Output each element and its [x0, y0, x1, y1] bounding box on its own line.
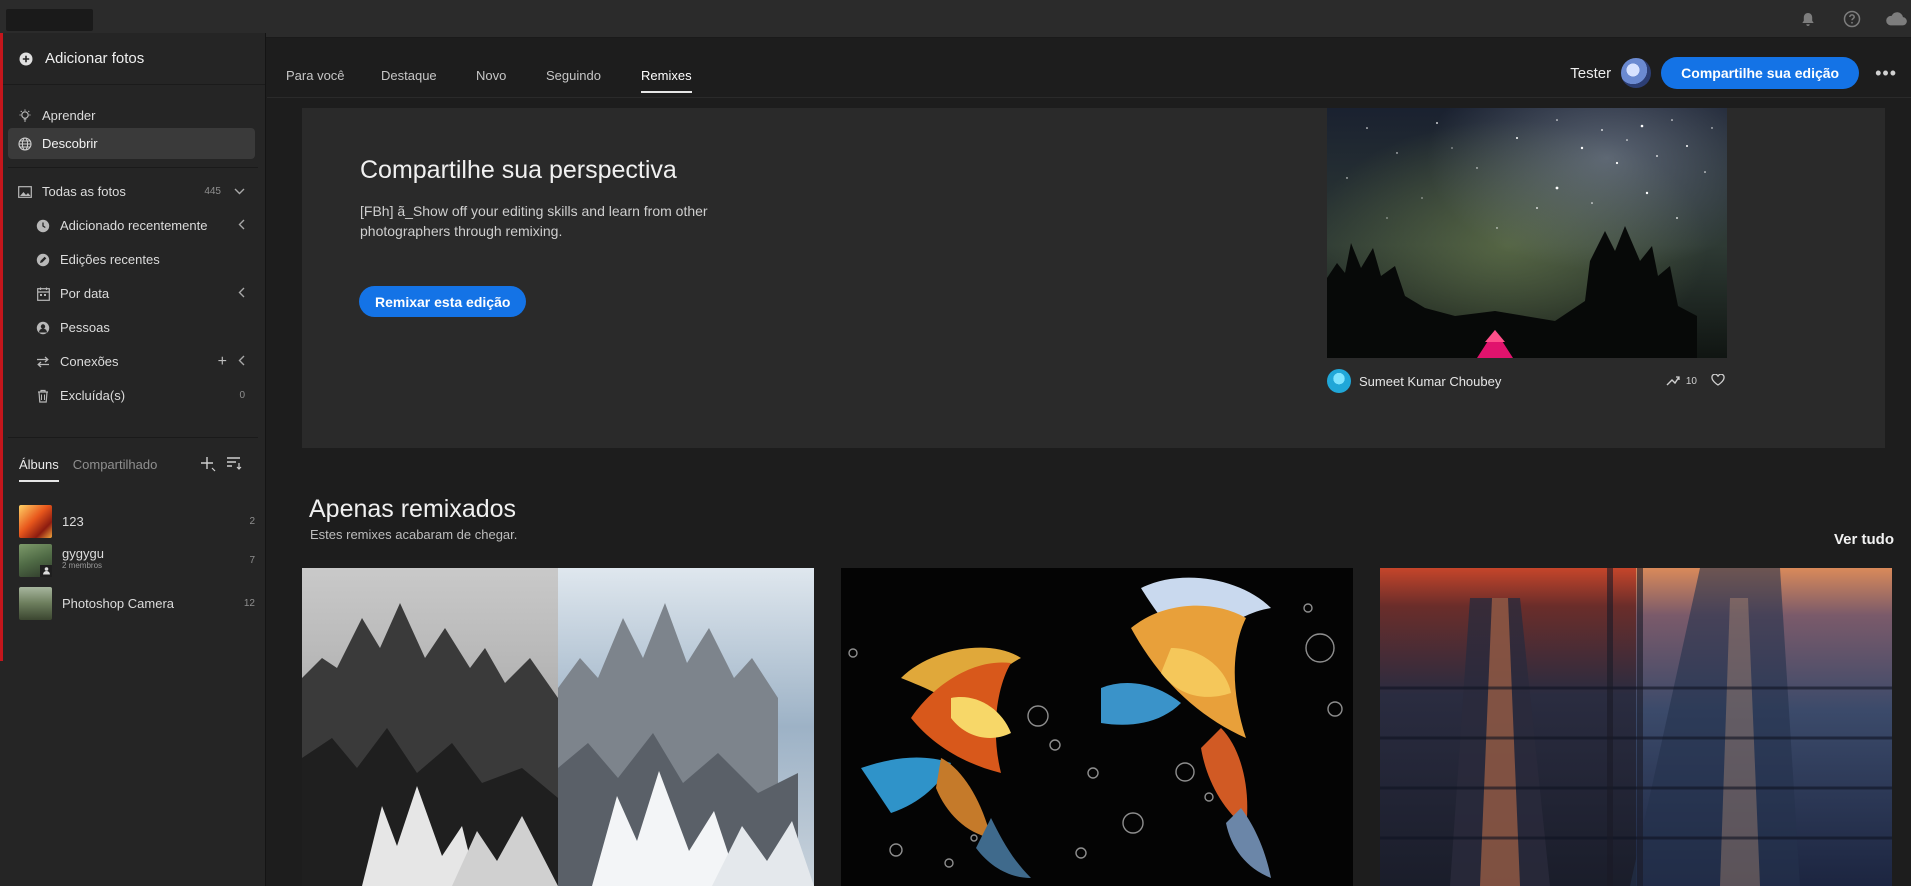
user-area: Tester Compartilhe sua edição ••• — [1570, 57, 1897, 89]
clock-icon — [36, 219, 50, 233]
share-edit-button[interactable]: Compartilhe sua edição — [1661, 57, 1860, 89]
all-photos-count: 445 — [204, 186, 221, 197]
section-title: Apenas remixados — [309, 495, 517, 523]
remix-card-image — [1380, 568, 1892, 886]
album-name: gygygu — [62, 546, 104, 561]
album-tabs: Álbuns Compartilhado — [19, 457, 157, 482]
sidebar-item-label: Por data — [60, 286, 110, 301]
author-avatar[interactable] — [1327, 369, 1351, 393]
add-album-icon[interactable] — [200, 456, 216, 477]
sidebar-item-by-date[interactable]: Por data — [26, 278, 255, 309]
author-name[interactable]: Sumeet Kumar Choubey — [1359, 374, 1501, 389]
help-icon[interactable] — [1841, 8, 1863, 30]
sidebar-accent — [0, 33, 3, 661]
remix-edit-button[interactable]: Remixar esta edição — [359, 286, 527, 317]
sidebar-divider — [8, 167, 258, 168]
sidebar-item-recently-added[interactable]: Adicionado recentemente — [26, 210, 255, 241]
sidebar-item-discover[interactable]: Descobrir — [8, 128, 255, 159]
add-circle-icon — [19, 52, 33, 66]
cloud-icon[interactable] — [1885, 8, 1907, 30]
sidebar-item-label: Conexões — [60, 354, 119, 369]
add-photos-button[interactable]: Adicionar fotos — [3, 33, 265, 85]
album-thumbnail — [19, 586, 52, 620]
sidebar-item-recent-edits[interactable]: Edições recentes — [26, 244, 255, 275]
bell-icon[interactable] — [1797, 8, 1819, 30]
tab-shared[interactable]: Compartilhado — [73, 457, 158, 482]
discover-tabs: Para você Destaque Novo Seguindo Remixes… — [267, 38, 1911, 98]
section-subtitle: Estes remixes acabaram de chegar. — [310, 527, 518, 542]
sidebar-item-label: Pessoas — [60, 320, 110, 335]
album-thumbnail — [19, 543, 52, 577]
connections-icon — [36, 355, 50, 369]
avatar[interactable] — [1621, 58, 1652, 88]
title-bar — [0, 0, 1911, 38]
sort-icon[interactable] — [226, 456, 243, 477]
sidebar-item-learn[interactable]: Aprender — [8, 100, 255, 131]
remix-card[interactable] — [841, 568, 1353, 886]
album-tools — [200, 456, 243, 477]
see-all-link[interactable]: Ver tudo — [1834, 531, 1894, 548]
hero-author: Sumeet Kumar Choubey 10 — [1327, 368, 1727, 394]
album-count: 7 — [249, 554, 255, 566]
hero-photo[interactable] — [1327, 108, 1727, 358]
app-logo — [6, 9, 93, 31]
chevron-down-icon[interactable] — [234, 186, 245, 198]
calendar-icon — [36, 287, 50, 301]
trash-icon — [36, 389, 50, 403]
add-photos-label: Adicionar fotos — [45, 50, 145, 67]
sidebar-item-label: Excluída(s) — [60, 388, 126, 403]
main-content: Para você Destaque Novo Seguindo Remixes… — [267, 38, 1911, 886]
more-options-icon[interactable]: ••• — [1869, 63, 1897, 84]
sidebar: Adicionar fotos Aprender Descobrir Todas… — [0, 33, 266, 886]
remix-card[interactable] — [302, 568, 814, 886]
photos-icon — [18, 185, 32, 199]
sidebar-item-all-photos[interactable]: Todas as fotos 445 — [8, 176, 255, 207]
tab-albums[interactable]: Álbuns — [19, 457, 59, 482]
album-name: Photoshop Camera — [62, 595, 175, 611]
album-thumbnail — [19, 504, 52, 538]
add-connection-icon[interactable]: + — [218, 353, 227, 371]
sidebar-item-deleted[interactable]: Excluída(s) 0 — [26, 380, 255, 411]
hero-description: [FBh] ã_Show off your editing skills and… — [360, 203, 708, 239]
album-item[interactable]: 123 2 — [19, 504, 255, 538]
album-name: 123 — [62, 513, 84, 529]
album-count: 12 — [243, 597, 255, 609]
remix-card-image — [302, 568, 814, 886]
chevron-left-icon[interactable] — [238, 355, 245, 369]
sidebar-item-label: Aprender — [42, 108, 96, 123]
album-item[interactable]: gygygu 2 membros 7 — [19, 543, 255, 577]
tab-new[interactable]: Novo — [476, 68, 506, 83]
deleted-count: 0 — [239, 390, 245, 401]
hero-stats: 10 — [1666, 373, 1725, 389]
remix-icon — [1666, 374, 1680, 389]
sidebar-item-label: Adicionado recentemente — [60, 218, 208, 233]
user-name: Tester — [1570, 64, 1612, 82]
shared-album-icon — [40, 564, 52, 577]
chevron-left-icon[interactable] — [238, 287, 245, 301]
remix-card-image — [841, 568, 1353, 886]
tab-for-you[interactable]: Para você — [286, 68, 345, 83]
remix-count: 10 — [1685, 375, 1697, 387]
hero-banner: Compartilhe sua perspectiva [FBh] ã_Show… — [302, 108, 1885, 448]
lightbulb-icon — [18, 109, 32, 123]
chevron-left-icon[interactable] — [238, 219, 245, 233]
tab-following[interactable]: Seguindo — [546, 68, 601, 83]
sidebar-item-connections[interactable]: Conexões + — [26, 346, 255, 377]
sidebar-item-label: Descobrir — [42, 136, 98, 151]
globe-icon — [18, 136, 32, 151]
heart-icon[interactable] — [1711, 373, 1725, 389]
remix-card[interactable] — [1380, 568, 1892, 886]
album-members: 2 membros — [62, 561, 103, 570]
sidebar-item-label: Todas as fotos — [42, 184, 126, 199]
sidebar-item-label: Edições recentes — [60, 252, 160, 267]
person-icon — [36, 321, 50, 335]
hero-title: Compartilhe sua perspectiva — [360, 156, 677, 184]
tab-featured[interactable]: Destaque — [381, 68, 437, 83]
sidebar-item-people[interactable]: Pessoas — [26, 312, 255, 343]
tab-remixes[interactable]: Remixes — [641, 68, 692, 93]
edit-icon — [36, 253, 50, 267]
sidebar-divider — [8, 437, 258, 438]
album-item[interactable]: Photoshop Camera 12 — [19, 586, 255, 620]
album-count: 2 — [249, 515, 255, 527]
